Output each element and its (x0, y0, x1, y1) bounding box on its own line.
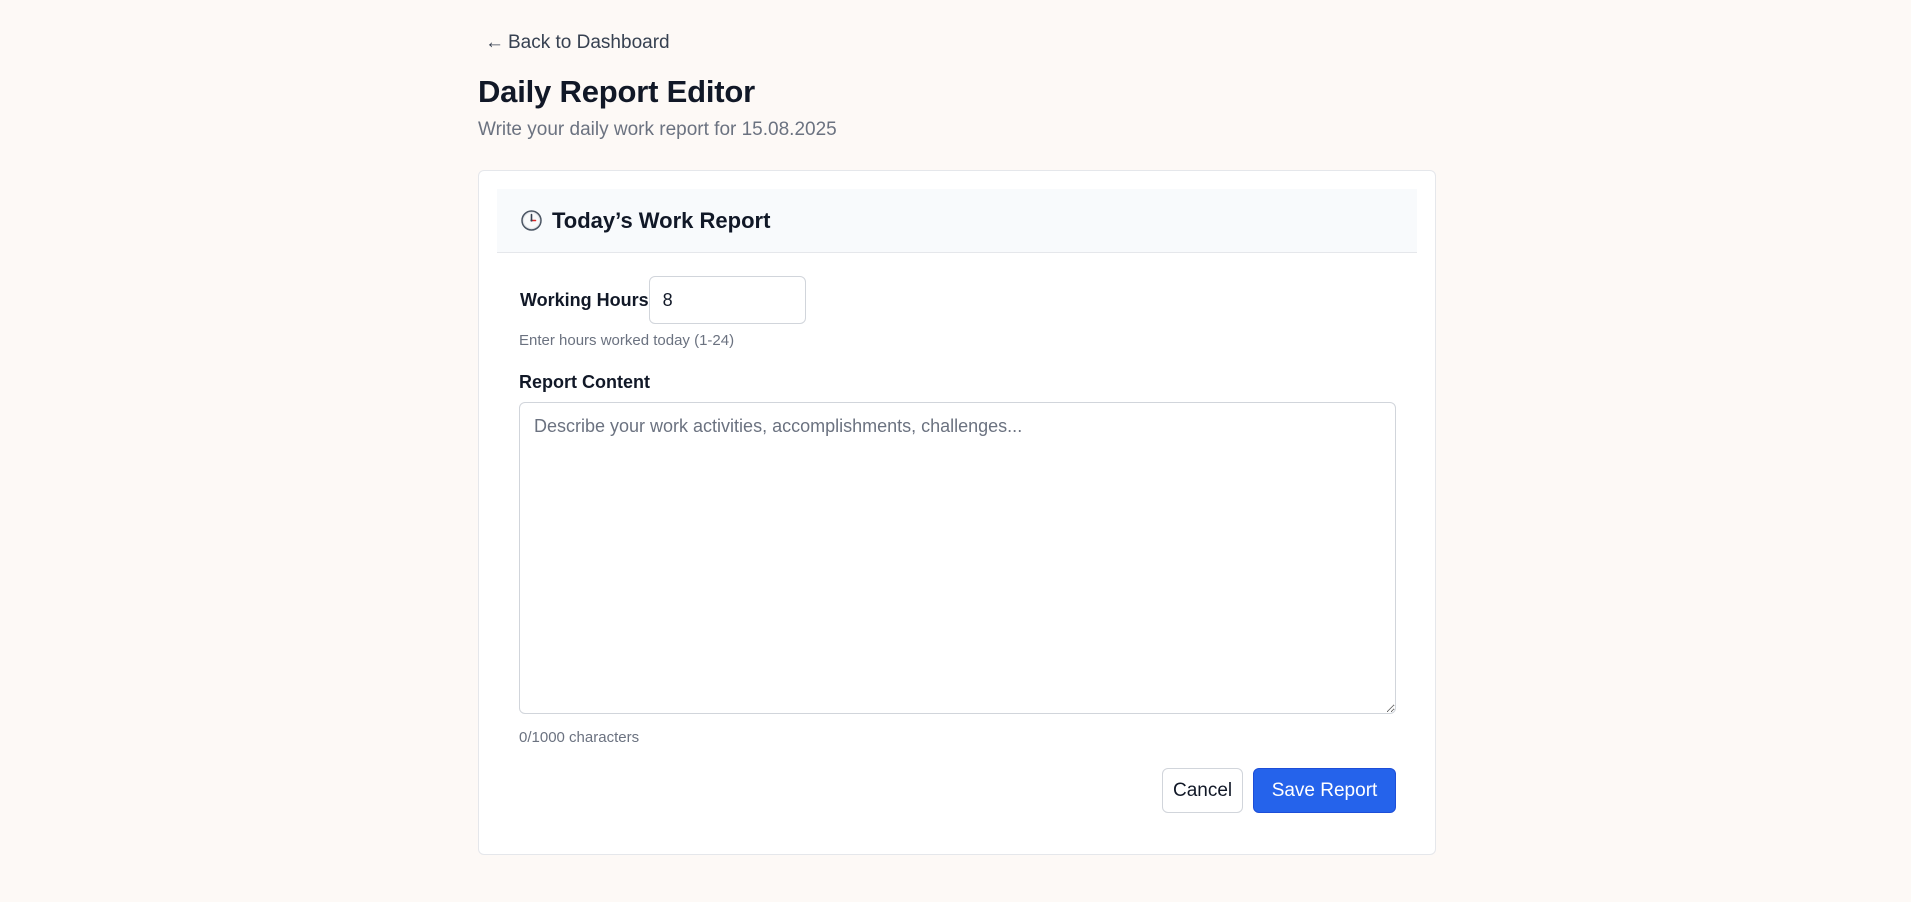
back-link-label: Back to Dashboard (508, 32, 670, 53)
action-buttons: Cancel Save Report (1162, 768, 1396, 813)
back-to-dashboard-link[interactable]: ← Back to Dashboard (485, 32, 670, 54)
cancel-button[interactable]: Cancel (1162, 768, 1243, 813)
save-report-button[interactable]: Save Report (1253, 768, 1396, 813)
action-area: Cancel Save Report (478, 170, 1436, 855)
page-title: Daily Report Editor (478, 74, 755, 109)
page-subtitle: Write your daily work report for 15.08.2… (478, 119, 837, 140)
back-arrow-icon: ← (485, 32, 504, 53)
